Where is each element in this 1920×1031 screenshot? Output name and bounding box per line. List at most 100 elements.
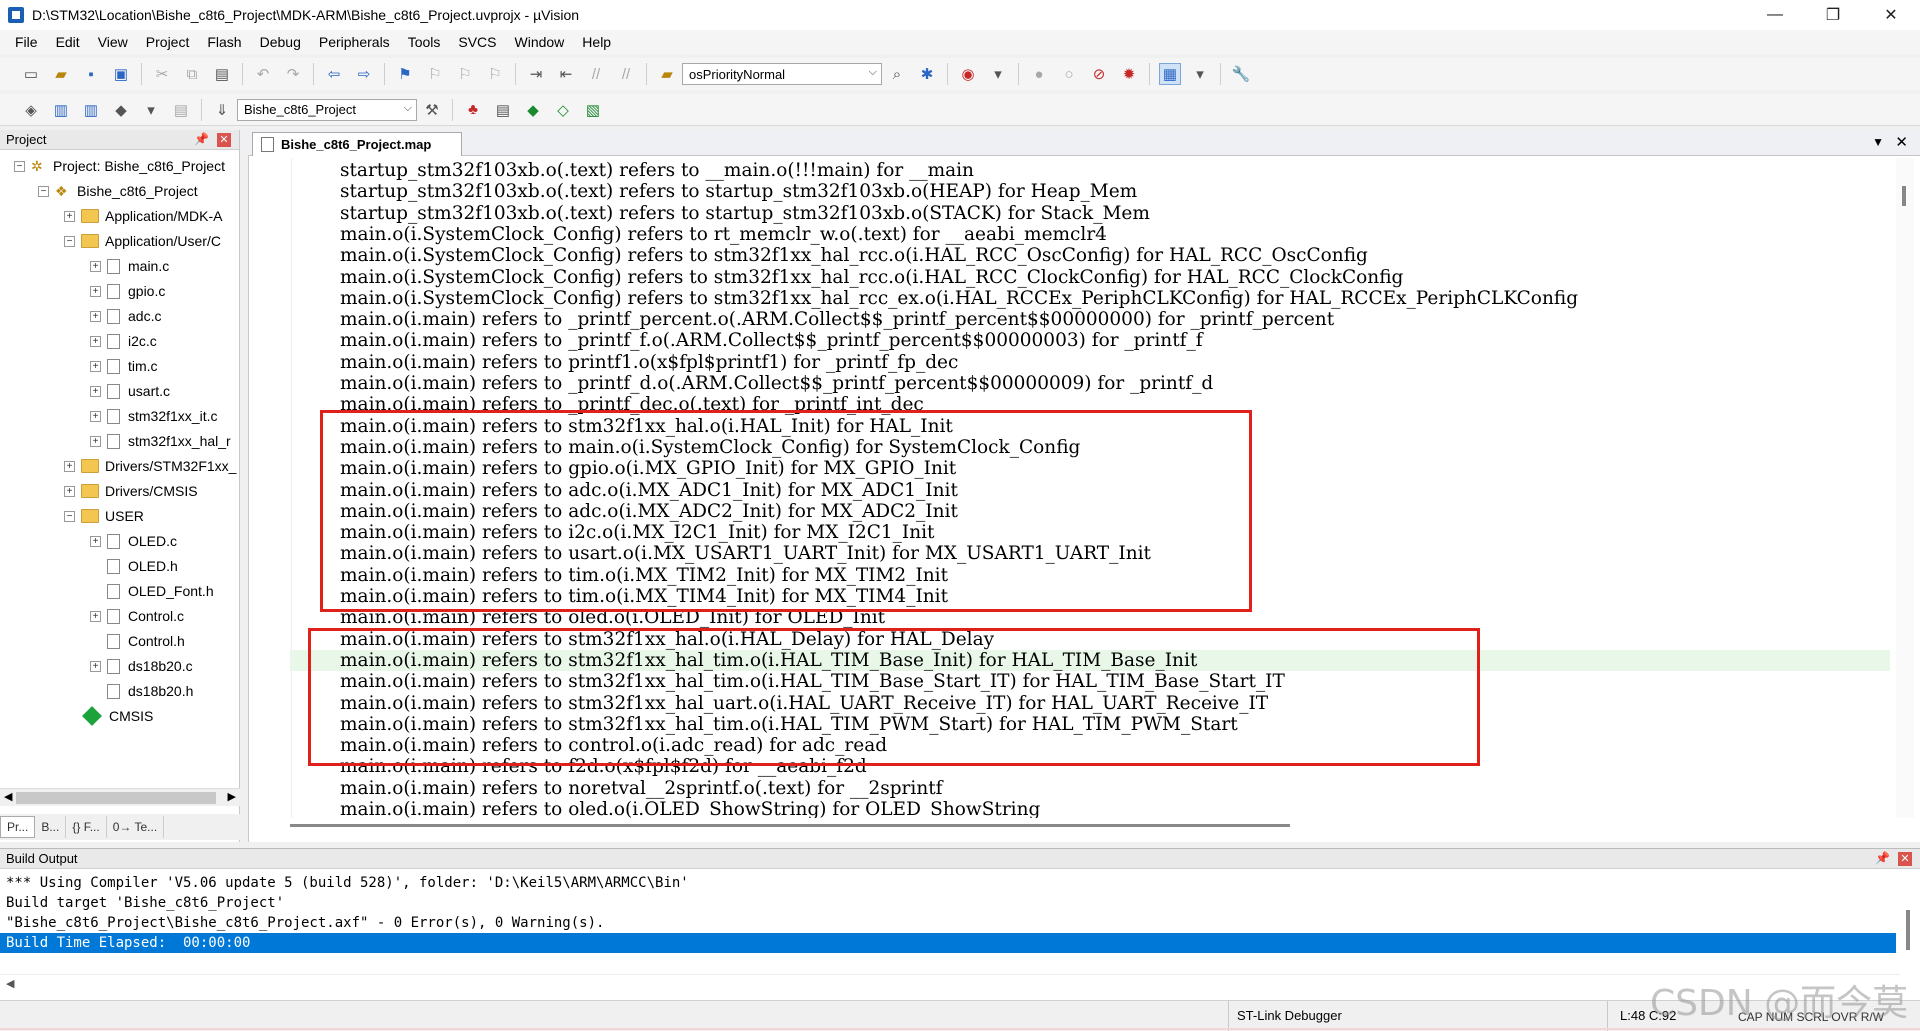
expand-icon[interactable]: +: [64, 210, 75, 222]
close-panel-icon[interactable]: ✕: [1898, 852, 1912, 866]
navigate-back-icon[interactable]: ⇦: [323, 63, 345, 85]
close-window-button[interactable]: ✕: [1862, 0, 1920, 30]
scroll-thumb[interactable]: [1906, 910, 1910, 950]
expand-icon[interactable]: +: [90, 260, 101, 272]
next-bookmark-icon[interactable]: ⚐: [454, 63, 476, 85]
find-icon[interactable]: ⌕: [886, 63, 908, 85]
tree-item[interactable]: ds18b20.h: [90, 681, 193, 701]
collapse-icon[interactable]: −: [38, 185, 49, 197]
download-icon[interactable]: ⇓: [211, 99, 233, 121]
manage-components-icon[interactable]: ♣: [462, 99, 484, 121]
scroll-thumb[interactable]: [290, 824, 1290, 827]
tree-item[interactable]: OLED.h: [90, 556, 178, 576]
cut-icon[interactable]: ✂: [151, 63, 173, 85]
target-combo[interactable]: Bishe_c8t6_Project ⌵: [237, 98, 417, 121]
code-line[interactable]: main.o(i.main) refers to _printf_d.o(.AR…: [340, 373, 1213, 394]
tree-item[interactable]: + main.c: [90, 256, 169, 276]
file-extensions-icon[interactable]: ▤: [492, 99, 514, 121]
priority-combo[interactable]: osPriorityNormal ⌵: [682, 63, 882, 85]
code-editor[interactable]: startup_stm32f103xb.o(.text) refers to _…: [290, 158, 1890, 818]
tree-item[interactable]: + stm32f1xx_it.c: [90, 406, 217, 426]
tree-item[interactable]: + Drivers/CMSIS: [64, 481, 198, 501]
menu-svcs[interactable]: SVCS: [449, 34, 505, 50]
debug-dropdown-icon[interactable]: ▾: [987, 63, 1009, 85]
build-output-line-selected[interactable]: Build Time Elapsed: 00:00:00: [0, 933, 1896, 953]
incremental-find-icon[interactable]: ✱: [916, 63, 938, 85]
expand-icon[interactable]: +: [90, 660, 101, 672]
tree-item[interactable]: + tim.c: [90, 356, 158, 376]
code-line[interactable]: startup_stm32f103xb.o(.text) refers to s…: [340, 181, 1137, 202]
tree-item[interactable]: + Drivers/STM32F1xx_: [64, 456, 236, 476]
scroll-right-icon[interactable]: ▶: [228, 790, 236, 803]
tree-item[interactable]: − Application/User/C: [64, 231, 221, 251]
menu-window[interactable]: Window: [506, 34, 574, 50]
expand-icon[interactable]: +: [90, 435, 101, 447]
tree-item[interactable]: + i2c.c: [90, 331, 157, 351]
close-tab-icon[interactable]: ✕: [1895, 133, 1908, 151]
close-panel-icon[interactable]: ✕: [217, 133, 231, 147]
build-output-horizontal-scrollbar[interactable]: ◀: [0, 974, 1900, 992]
tree-item[interactable]: + Control.c: [90, 606, 184, 626]
indent-icon[interactable]: ⇥: [525, 63, 547, 85]
tree-item[interactable]: + usart.c: [90, 381, 170, 401]
menu-project[interactable]: Project: [137, 34, 199, 50]
expand-icon[interactable]: +: [90, 385, 101, 397]
menu-edit[interactable]: Edit: [47, 34, 89, 50]
pin-icon[interactable]: 📌: [1875, 851, 1890, 865]
tree-item[interactable]: + gpio.c: [90, 281, 165, 301]
debug-session-icon[interactable]: ◉: [957, 63, 979, 85]
enable-breakpoint-icon[interactable]: ○: [1058, 63, 1080, 85]
scroll-left-icon[interactable]: ◀: [6, 977, 14, 990]
build-output-vertical-scrollbar[interactable]: [1900, 870, 1916, 966]
minimize-button[interactable]: —: [1746, 0, 1804, 30]
new-file-icon[interactable]: ▭: [20, 63, 42, 85]
expand-icon[interactable]: +: [90, 535, 101, 547]
menu-peripherals[interactable]: Peripherals: [310, 34, 399, 50]
code-line[interactable]: startup_stm32f103xb.o(.text) refers to _…: [340, 160, 974, 181]
tab-functions[interactable]: {} F...: [66, 816, 107, 838]
menu-file[interactable]: File: [6, 34, 47, 50]
paste-icon[interactable]: ▤: [211, 63, 233, 85]
expand-icon[interactable]: +: [64, 485, 75, 497]
disable-breakpoints-icon[interactable]: ⊘: [1088, 63, 1110, 85]
layout-dropdown-icon[interactable]: ▾: [1189, 63, 1211, 85]
expand-icon[interactable]: +: [90, 310, 101, 322]
run-time-environment-icon[interactable]: ▧: [582, 99, 604, 121]
tree-item[interactable]: − ✲ Project: Bishe_c8t6_Project: [14, 156, 225, 176]
uncomment-icon[interactable]: //: [615, 63, 637, 85]
redo-icon[interactable]: ↷: [282, 63, 304, 85]
code-line[interactable]: main.o(i.SystemClock_Config) refers to s…: [340, 245, 1368, 266]
save-icon[interactable]: ▪: [80, 63, 102, 85]
copy-icon[interactable]: ⧉: [181, 63, 203, 85]
maximize-button[interactable]: ❐: [1804, 0, 1862, 30]
tab-templates[interactable]: 0→ Te...: [107, 816, 165, 838]
collapse-icon[interactable]: −: [64, 510, 75, 522]
tab-list-dropdown-icon[interactable]: ▼: [1872, 135, 1884, 149]
expand-icon[interactable]: +: [90, 360, 101, 372]
code-line[interactable]: main.o(i.SystemClock_Config) refers to s…: [340, 288, 1578, 309]
tab-map-file[interactable]: Bishe_c8t6_Project.map: [252, 132, 462, 156]
expand-icon[interactable]: +: [90, 410, 101, 422]
code-line[interactable]: main.o(i.main) refers to noretval__2spri…: [340, 778, 943, 799]
tree-item[interactable]: + Application/MDK-A: [64, 206, 223, 226]
rebuild-icon[interactable]: ▥: [80, 99, 102, 121]
tree-item[interactable]: + adc.c: [90, 306, 161, 326]
tree-item[interactable]: − ❖ Bishe_c8t6_Project: [38, 181, 198, 201]
code-line[interactable]: main.o(i.main) refers to printf1.o(x$fpl…: [340, 352, 958, 373]
expand-icon[interactable]: +: [90, 335, 101, 347]
pack-installer-icon[interactable]: ◇: [552, 99, 574, 121]
target-options-icon[interactable]: ⚒: [421, 99, 443, 121]
undo-icon[interactable]: ↶: [252, 63, 274, 85]
prev-bookmark-icon[interactable]: ⚐: [424, 63, 446, 85]
code-line[interactable]: main.o(i.SystemClock_Config) refers to s…: [340, 267, 1403, 288]
configure-icon[interactable]: 🔧: [1230, 63, 1252, 85]
tree-item[interactable]: CMSIS: [64, 706, 153, 726]
project-horizontal-scrollbar[interactable]: ◀ ▶: [0, 788, 240, 806]
tab-books[interactable]: B...: [35, 816, 67, 838]
tree-item[interactable]: + OLED.c: [90, 531, 177, 551]
expand-icon[interactable]: +: [90, 285, 101, 297]
find-in-files-icon[interactable]: ▰: [656, 63, 678, 85]
batch-build-icon[interactable]: ◆: [110, 99, 132, 121]
editor-horizontal-scrollbar[interactable]: [290, 818, 1896, 834]
pin-icon[interactable]: 📌: [194, 132, 209, 146]
